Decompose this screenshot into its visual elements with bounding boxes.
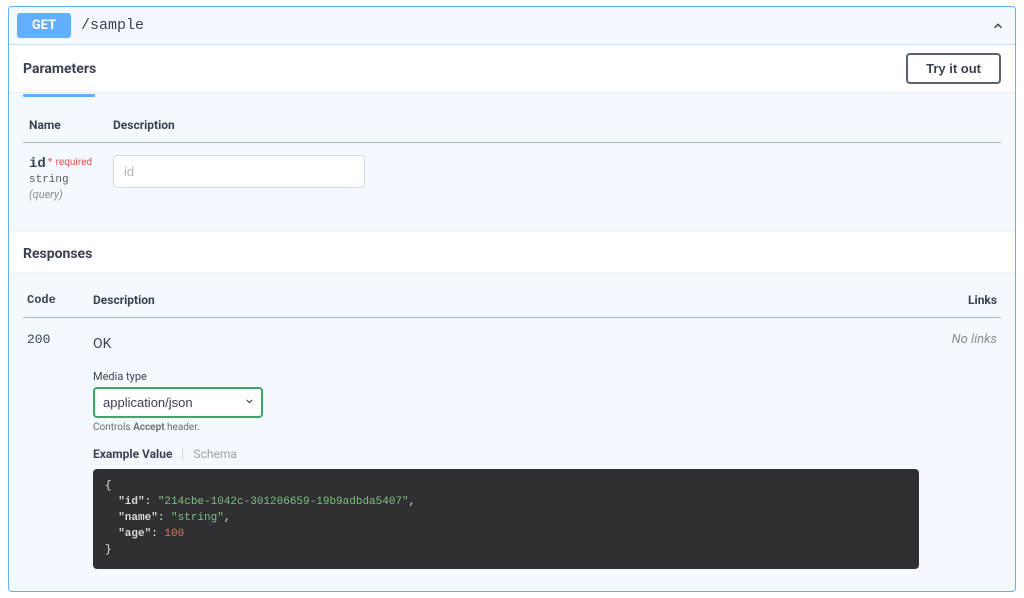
responses-block: Code Description Links 200 OK Media type bbox=[9, 273, 1015, 591]
col-header-description: Description bbox=[89, 287, 923, 318]
try-it-out-button[interactable]: Try it out bbox=[906, 53, 1001, 84]
media-type-select[interactable]: application/json bbox=[93, 387, 263, 418]
tab-example-value[interactable]: Example Value bbox=[93, 447, 172, 461]
tab-divider bbox=[182, 449, 183, 460]
tab-schema[interactable]: Schema bbox=[193, 447, 236, 461]
operation-header[interactable]: GET /sample bbox=[9, 7, 1015, 45]
response-description: OK bbox=[93, 336, 919, 352]
param-name: id bbox=[29, 156, 46, 172]
method-badge: GET bbox=[17, 13, 71, 38]
parameters-tab-indicator bbox=[23, 94, 95, 97]
table-row: 200 OK Media type application/json bbox=[23, 318, 1001, 573]
parameters-block: Name Description id* required string bbox=[9, 98, 1015, 231]
responses-title: Responses bbox=[9, 231, 1015, 273]
operation-path: /sample bbox=[81, 17, 989, 34]
media-type-label: Media type bbox=[93, 370, 919, 383]
parameters-table: Name Description id* required string bbox=[23, 112, 1001, 205]
accept-header-note: Controls Accept header. bbox=[93, 422, 919, 433]
table-row: id* required string (query) bbox=[23, 143, 1001, 206]
responses-table: Code Description Links 200 OK Media type bbox=[23, 287, 1001, 573]
col-header-description: Description bbox=[107, 112, 1001, 143]
operation-body: Parameters Try it out Name Description bbox=[9, 45, 1015, 591]
id-input[interactable] bbox=[113, 155, 365, 188]
col-header-name: Name bbox=[23, 112, 107, 143]
col-header-code: Code bbox=[23, 287, 89, 318]
param-type: string bbox=[29, 174, 101, 186]
col-header-links: Links bbox=[923, 287, 1001, 318]
required-label: required bbox=[56, 157, 92, 168]
response-code: 200 bbox=[23, 318, 89, 573]
chevron-up-icon[interactable] bbox=[989, 17, 1007, 35]
parameters-bar: Parameters Try it out bbox=[9, 45, 1015, 93]
parameters-title: Parameters bbox=[23, 61, 96, 77]
model-tabs: Example Value Schema bbox=[93, 447, 919, 461]
operation-block: GET /sample Parameters Try it out Name D… bbox=[8, 6, 1016, 592]
required-star-icon: * bbox=[48, 157, 52, 168]
param-location: (query) bbox=[29, 188, 101, 201]
response-links: No links bbox=[923, 318, 1001, 573]
example-code-block[interactable]: { "id": "214cbe-1042c-301206659-19b9adbd… bbox=[93, 469, 919, 569]
